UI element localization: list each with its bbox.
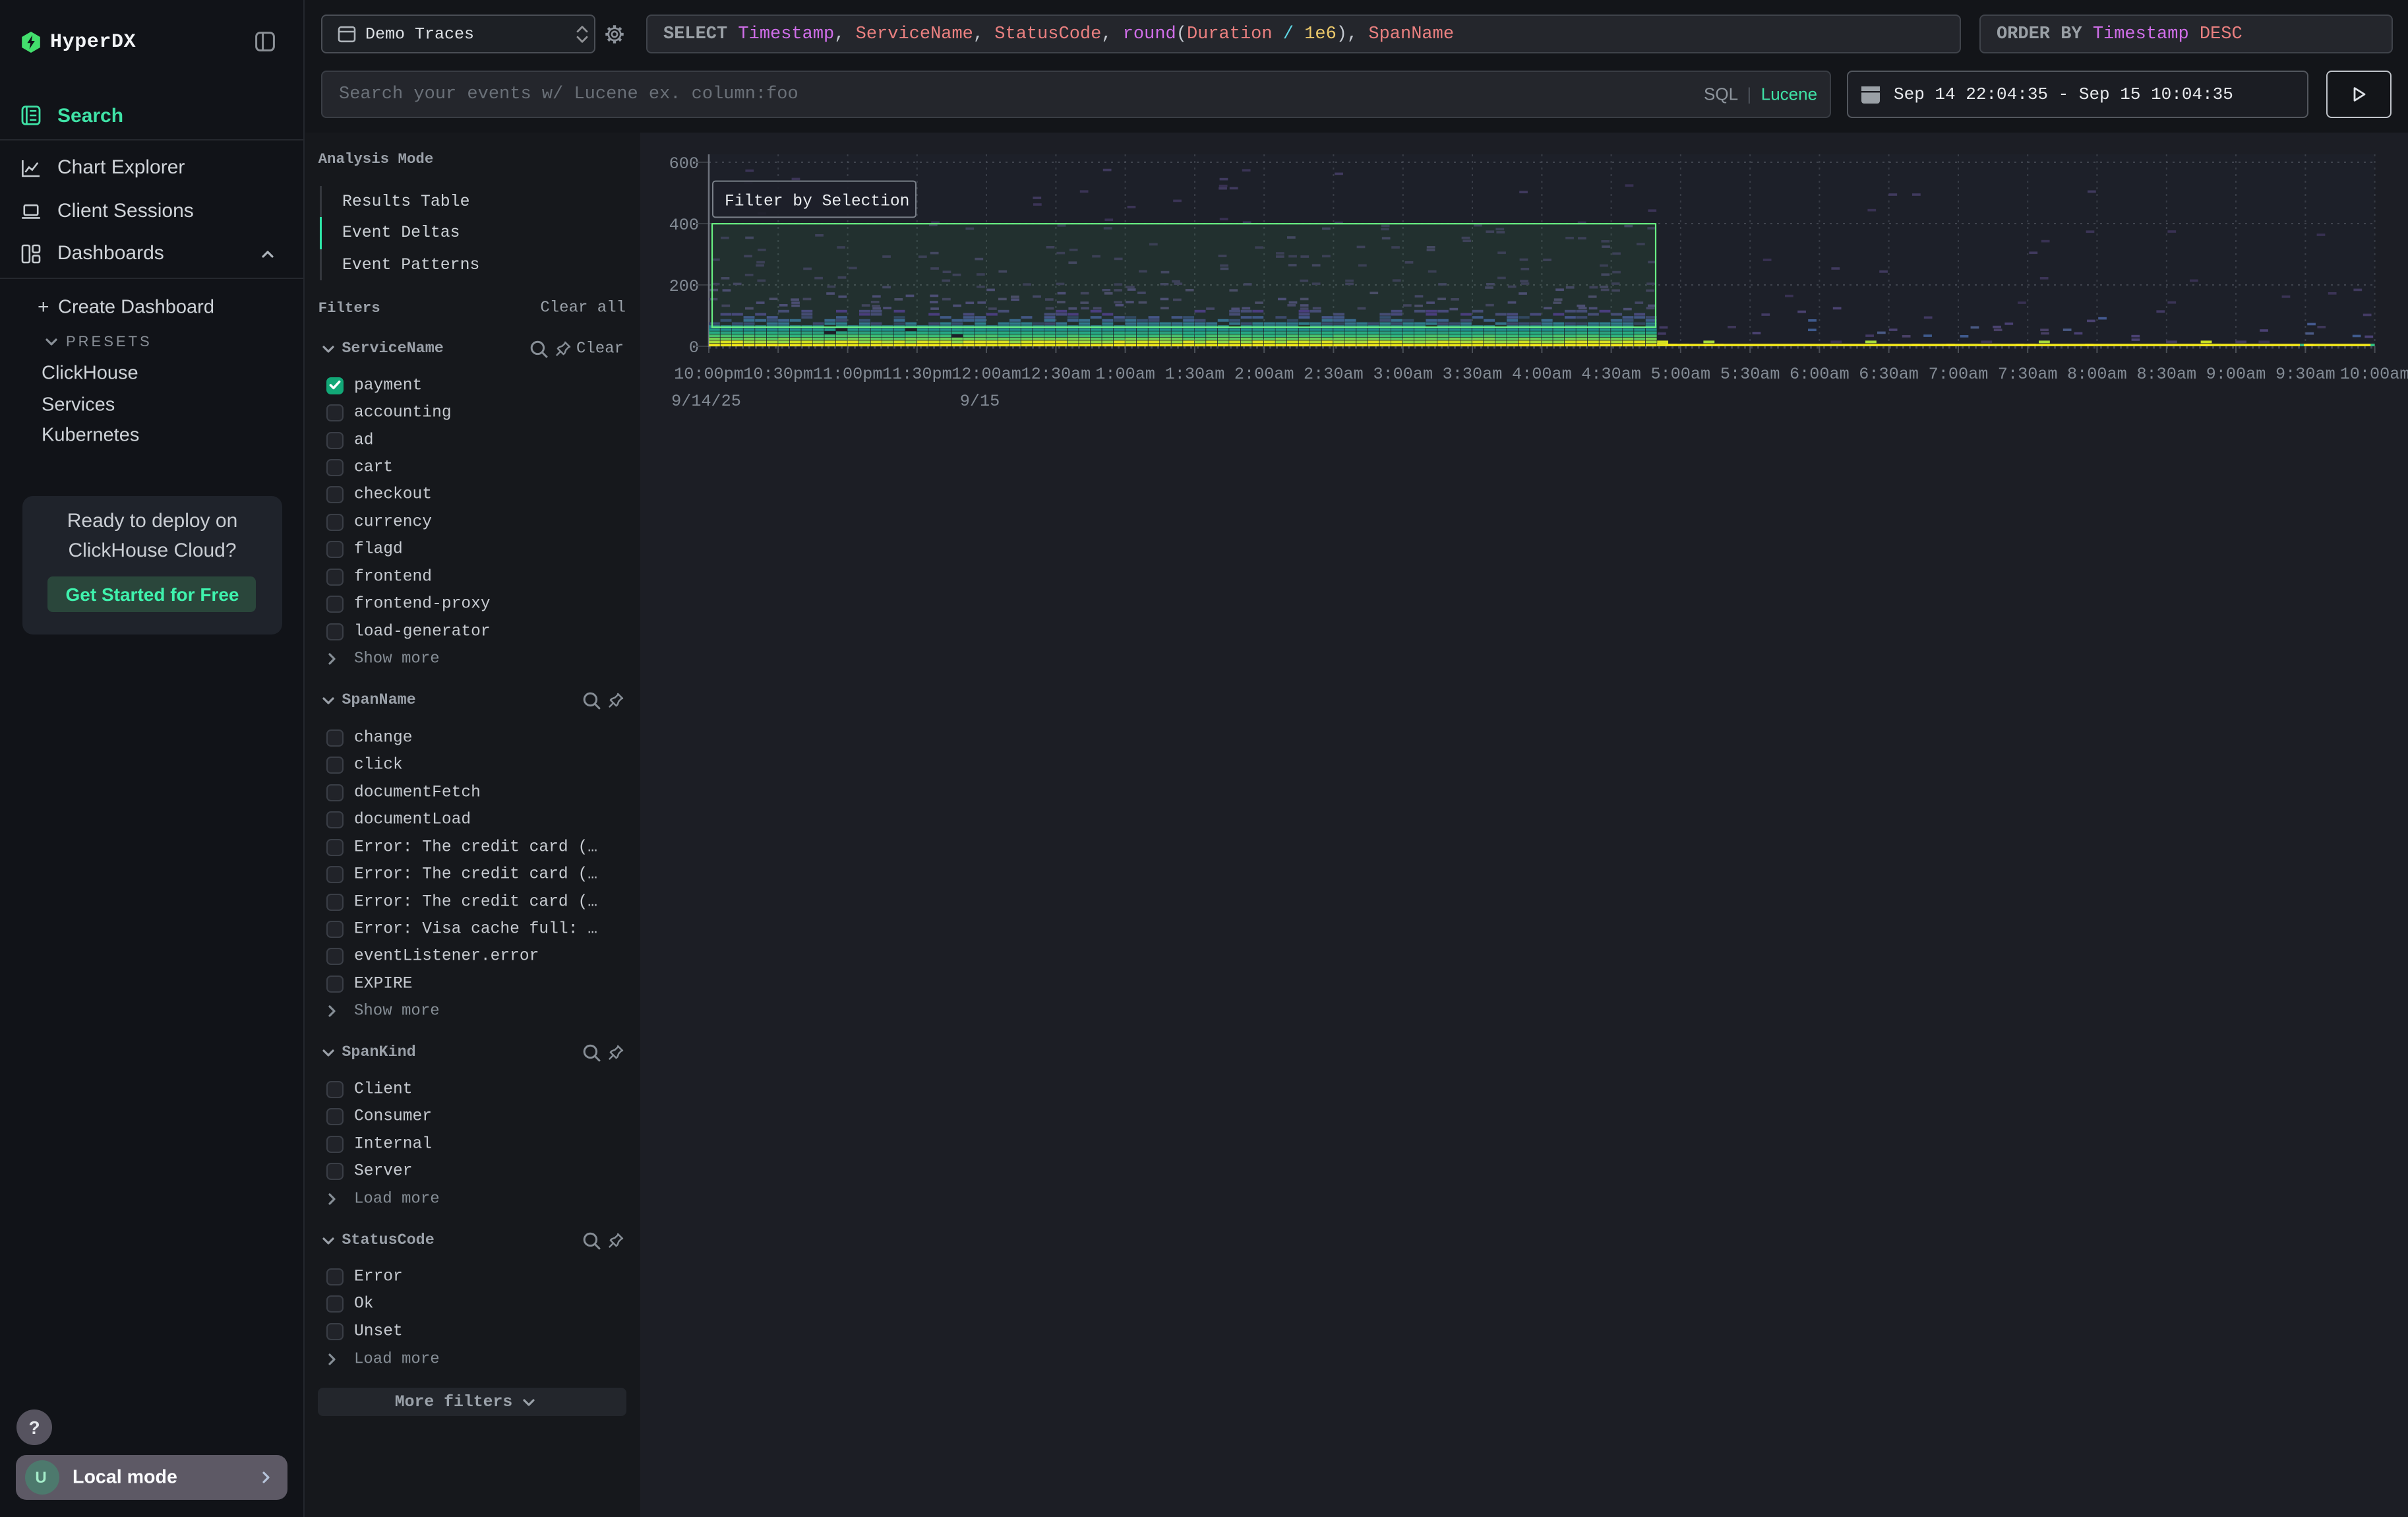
svg-text:2:00am: 2:00am	[1234, 365, 1294, 384]
svg-text:8:00am: 8:00am	[2067, 365, 2127, 384]
svg-text:4:30am: 4:30am	[1581, 365, 1641, 384]
svg-text:10:00pm: 10:00pm	[674, 365, 744, 384]
svg-text:11:00pm: 11:00pm	[813, 365, 883, 384]
svg-text:10:30pm: 10:30pm	[743, 365, 813, 384]
svg-text:12:30am: 12:30am	[1021, 365, 1091, 384]
svg-text:9:00am: 9:00am	[2206, 365, 2266, 384]
svg-text:1:30am: 1:30am	[1165, 365, 1225, 384]
svg-text:200: 200	[669, 277, 699, 296]
svg-text:3:00am: 3:00am	[1373, 365, 1433, 384]
svg-text:5:00am: 5:00am	[1650, 365, 1710, 384]
svg-text:2:30am: 2:30am	[1304, 365, 1364, 384]
svg-text:600: 600	[669, 154, 699, 173]
svg-text:1:00am: 1:00am	[1095, 365, 1155, 384]
svg-text:11:30pm: 11:30pm	[882, 365, 952, 384]
svg-text:0: 0	[689, 338, 699, 357]
svg-text:400: 400	[669, 216, 699, 235]
svg-text:4:00am: 4:00am	[1512, 365, 1572, 384]
svg-text:12:00am: 12:00am	[951, 365, 1021, 384]
svg-text:7:00am: 7:00am	[1929, 365, 1989, 384]
svg-text:9/15: 9/15	[960, 392, 1000, 411]
svg-text:Filter by Selection: Filter by Selection	[725, 193, 909, 210]
svg-text:9/14/25: 9/14/25	[671, 392, 741, 411]
svg-text:3:30am: 3:30am	[1443, 365, 1503, 384]
svg-text:6:00am: 6:00am	[1790, 365, 1850, 384]
svg-text:8:30am: 8:30am	[2136, 365, 2196, 384]
svg-text:7:30am: 7:30am	[1998, 365, 2058, 384]
svg-text:10:00am: 10:00am	[2340, 365, 2408, 384]
svg-text:5:30am: 5:30am	[1720, 365, 1780, 384]
svg-text:6:30am: 6:30am	[1859, 365, 1919, 384]
svg-text:9:30am: 9:30am	[2275, 365, 2335, 384]
